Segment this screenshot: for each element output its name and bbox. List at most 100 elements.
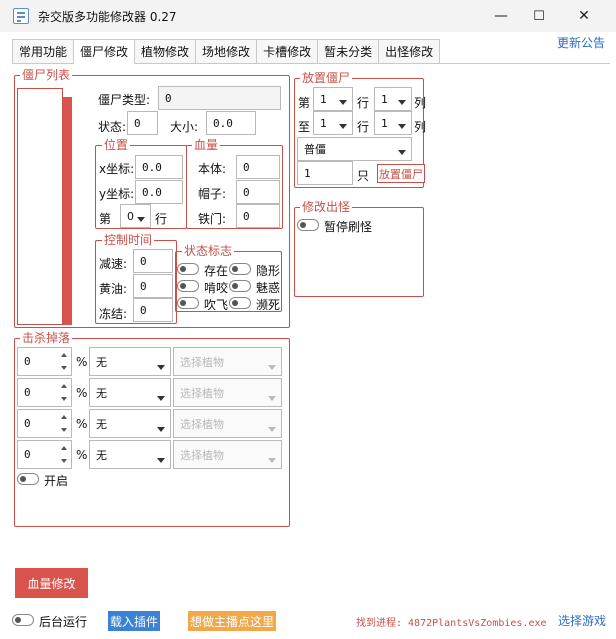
streamer-link-button[interactable]: 想做主播点这里 <box>188 611 276 631</box>
slow-field[interactable]: 0 <box>133 249 173 273</box>
chevron-down-icon <box>137 217 145 222</box>
from-row-select[interactable]: 1 <box>313 87 353 111</box>
background-run-label: 后台运行 <box>39 615 88 629</box>
charm-toggle[interactable] <box>229 280 251 292</box>
to-col-value: 1 <box>381 116 388 130</box>
drop-rate-spinner-2[interactable]: 0 <box>17 378 72 407</box>
dying-toggle[interactable] <box>229 297 251 309</box>
select-game-link[interactable]: 选择游戏 <box>558 612 606 629</box>
invisible-label: 隐形 <box>256 264 281 278</box>
state-field[interactable]: 0 <box>127 111 158 135</box>
drop-rate-spinner-1[interactable]: 0 <box>17 347 72 376</box>
percent-sign: % <box>76 355 88 369</box>
tab-cardslot[interactable]: 卡槽修改 <box>257 39 319 64</box>
chevron-down-icon <box>398 124 406 129</box>
tab-spawn[interactable]: 出怪修改 <box>379 39 441 64</box>
plant-select-2[interactable]: 选择植物 <box>173 378 282 407</box>
plant-select-placeholder: 选择植物 <box>180 417 224 431</box>
drop-rate-value: 0 <box>24 355 31 368</box>
update-notice-link[interactable]: 更新公告 <box>557 34 605 51</box>
drop-enable-toggle[interactable] <box>17 473 39 485</box>
blown-toggle[interactable] <box>177 297 199 309</box>
drop-item-value: 无 <box>96 355 107 369</box>
chevron-down-icon <box>268 365 276 370</box>
to-row-select[interactable]: 1 <box>313 111 353 135</box>
drop-rate-spinner-3[interactable]: 0 <box>17 409 72 438</box>
status-flags-title: 状态标志 <box>182 244 235 258</box>
place-zombie-button[interactable]: 放置僵尸 <box>377 164 425 183</box>
exist-toggle[interactable] <box>177 263 199 275</box>
spin-up-icon[interactable] <box>61 384 67 388</box>
zombie-count-field[interactable]: 1 <box>297 161 353 185</box>
tab-bar: 常用功能 僵尸修改 植物修改 场地修改 卡槽修改 暂未分类 出怪修改 <box>12 39 441 64</box>
to-col-select[interactable]: 1 <box>374 111 412 135</box>
load-plugin-button[interactable]: 载入插件 <box>108 611 160 631</box>
chevron-down-icon <box>157 396 165 401</box>
from-col-select[interactable]: 1 <box>374 87 412 111</box>
butter-field[interactable]: 0 <box>133 274 173 298</box>
percent-sign: % <box>76 386 88 400</box>
body-hp-label: 本体: <box>198 162 227 176</box>
spin-down-icon[interactable] <box>61 366 67 370</box>
toggle-knob <box>232 283 238 289</box>
spin-up-icon[interactable] <box>61 353 67 357</box>
tab-zombie[interactable]: 僵尸修改 <box>74 39 136 64</box>
drop-rate-spinner-4[interactable]: 0 <box>17 440 72 469</box>
row-select[interactable]: 0 <box>120 204 151 228</box>
row-select-value: 0 <box>127 209 134 223</box>
drop-item-select-3[interactable]: 无 <box>89 409 171 438</box>
spawn-mod-title: 修改出怪 <box>300 200 353 214</box>
spin-down-icon[interactable] <box>61 397 67 401</box>
maximize-button[interactable]: ☐ <box>516 0 562 32</box>
chevron-down-icon <box>157 365 165 370</box>
spin-up-icon[interactable] <box>61 446 67 450</box>
plant-select-1[interactable]: 选择植物 <box>173 347 282 376</box>
x-coord-field[interactable]: 0.0 <box>135 155 183 179</box>
charm-label: 魅惑 <box>256 281 281 295</box>
pause-spawn-toggle[interactable] <box>297 219 319 231</box>
plant-select-4[interactable]: 选择植物 <box>173 440 282 469</box>
spin-down-icon[interactable] <box>61 428 67 432</box>
drop-enable-label: 开启 <box>44 474 69 488</box>
drop-item-select-1[interactable]: 无 <box>89 347 171 376</box>
invisible-toggle[interactable] <box>229 263 251 275</box>
drop-item-value: 无 <box>96 417 107 431</box>
freeze-field[interactable]: 0 <box>133 298 173 322</box>
plant-select-3[interactable]: 选择植物 <box>173 409 282 438</box>
drop-item-select-4[interactable]: 无 <box>89 440 171 469</box>
toggle-knob <box>180 266 186 272</box>
y-coord-field[interactable]: 0.0 <box>135 180 183 204</box>
from-col-label: 列 <box>414 96 427 110</box>
body-hp-field[interactable]: 0 <box>236 155 280 179</box>
exist-label: 存在 <box>204 264 229 278</box>
hat-hp-label: 帽子: <box>198 187 227 201</box>
state-label: 状态: <box>98 120 127 134</box>
tab-common[interactable]: 常用功能 <box>12 39 75 64</box>
tab-field[interactable]: 场地修改 <box>196 39 258 64</box>
window-title: 杂交版多功能修改器 0.27 <box>38 10 177 24</box>
iron-door-field[interactable]: 0 <box>236 204 280 228</box>
tab-plant[interactable]: 植物修改 <box>135 39 197 64</box>
app-icon <box>13 8 29 24</box>
drop-item-select-2[interactable]: 无 <box>89 378 171 407</box>
butter-label: 黄油: <box>99 282 128 296</box>
spin-down-icon[interactable] <box>61 459 67 463</box>
zombie-type-select[interactable]: 普僵 <box>297 137 412 161</box>
hat-hp-field[interactable]: 0 <box>236 180 280 204</box>
zombie-type-field[interactable]: 0 <box>158 86 281 110</box>
background-run-toggle[interactable] <box>12 614 34 626</box>
toggle-knob <box>15 617 21 623</box>
toggle-knob <box>20 476 26 482</box>
kill-drop-title: 击杀掉落 <box>20 331 73 345</box>
health-modify-button[interactable]: 血量修改 <box>15 568 88 598</box>
size-field[interactable]: 0.0 <box>206 111 256 135</box>
bite-toggle[interactable] <box>177 280 199 292</box>
health-title: 血量 <box>192 138 221 152</box>
zombie-list[interactable] <box>17 88 63 325</box>
tab-uncategorized[interactable]: 暂未分类 <box>318 39 380 64</box>
zombie-list-scrollbar[interactable] <box>63 97 72 325</box>
close-button[interactable]: ✕ <box>561 0 607 32</box>
y-coord-label: y坐标: <box>99 187 135 201</box>
spin-up-icon[interactable] <box>61 415 67 419</box>
x-coord-label: x坐标: <box>99 162 135 176</box>
